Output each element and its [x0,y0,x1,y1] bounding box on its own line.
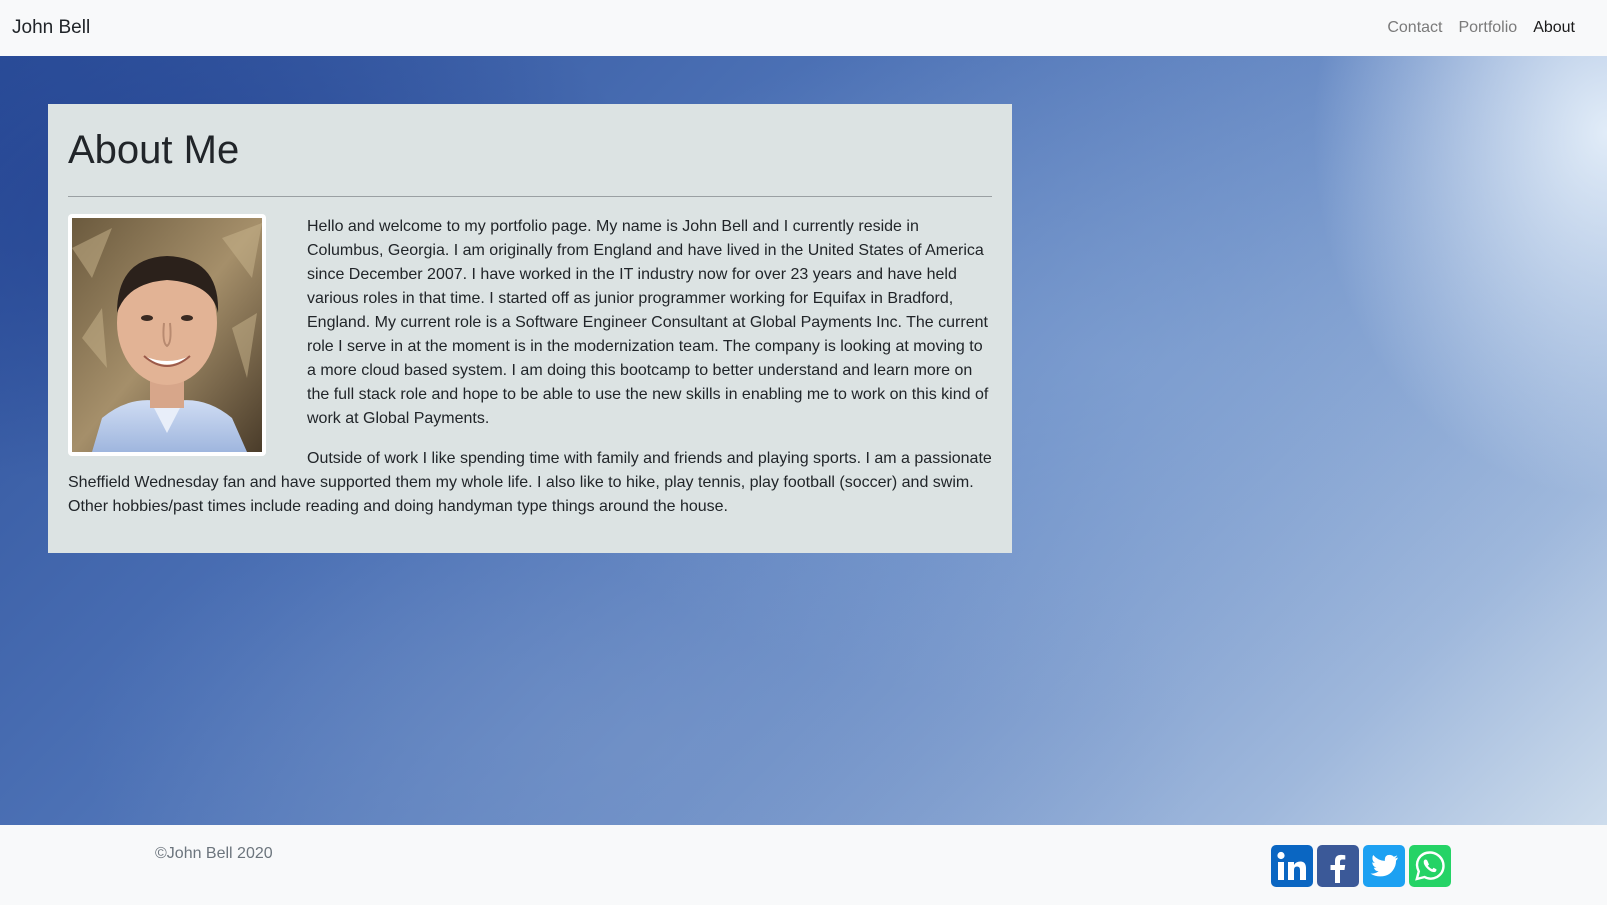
portrait-photo [68,214,266,456]
portrait-image [72,218,262,452]
navbar: John Bell Contact Portfolio About [0,0,1607,56]
facebook-icon[interactable] [1317,845,1359,887]
nav-link-contact[interactable]: Contact [1379,19,1450,37]
about-paragraph-2: Outside of work I like spending time wit… [68,450,992,515]
about-text: Hello and welcome to my portfolio page. … [68,214,992,519]
twitter-icon[interactable] [1363,845,1405,887]
nav-link-about[interactable]: About [1525,19,1595,37]
nav-links: Contact Portfolio About [1379,19,1595,37]
title-divider [68,196,992,197]
about-card: About Me Hello and welcome to my portfol… [48,104,1012,553]
about-title: About Me [68,128,240,172]
linkedin-icon[interactable] [1271,845,1313,887]
copyright-text: ©John Bell 2020 [155,845,273,862]
nav-link-portfolio[interactable]: Portfolio [1450,19,1525,37]
whatsapp-icon[interactable] [1409,845,1451,887]
social-links [1271,845,1451,887]
footer: ©John Bell 2020 [0,825,1607,905]
brand-link[interactable]: John Bell [12,17,90,39]
